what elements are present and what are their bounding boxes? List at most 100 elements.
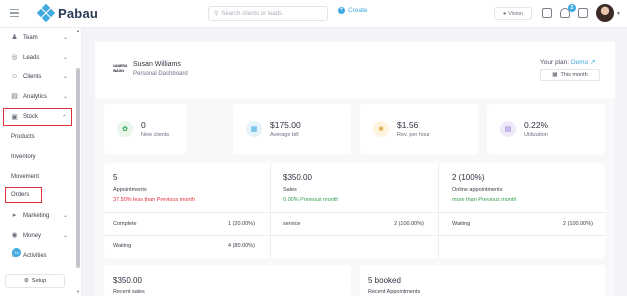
chevron-down-icon: ⌄ — [62, 35, 68, 41]
appointments-trend: 37.50% less than Previous month — [113, 197, 195, 203]
leads-icon: ◎ — [11, 54, 18, 61]
sidebar-item-analytics[interactable]: ▤ Analytics ⌄ — [4, 88, 72, 105]
clients-icon: ☺ — [11, 73, 19, 80]
recent-sales-value: $350.00 — [113, 276, 142, 285]
sidebar-item-label: Analytics — [23, 93, 48, 100]
appointments-value: 5 — [113, 173, 118, 182]
kpi-value: $1.56 — [397, 120, 419, 130]
recent-appointments-value: 5 booked — [368, 276, 401, 285]
plus-icon: + — [338, 7, 345, 14]
sidebar-item-label: Team — [23, 34, 38, 41]
scroll-down-arrow-icon[interactable]: ▼ — [76, 289, 80, 294]
sales-row-value: 2 (100.00%) — [394, 221, 424, 227]
sales-trend: 0.00% Previous month — [283, 197, 339, 203]
kpi-value: 0 — [141, 120, 146, 130]
divider — [438, 163, 439, 258]
sales-label: Sales — [283, 187, 297, 193]
revenue-icon: ❀ — [373, 121, 389, 137]
appointments-row-name: Waiting — [113, 243, 132, 249]
online-appointments-trend: more than Previous month — [452, 197, 517, 203]
appointments-label: Appointments — [113, 187, 147, 193]
stats-card — [104, 163, 605, 258]
recent-sales-label: Recent sales — [113, 289, 145, 295]
divider — [104, 235, 605, 236]
sidebar-scrollbar[interactable] — [76, 68, 80, 268]
company-logo: #ANERA WAGN — [113, 64, 128, 73]
setup-button[interactable]: ⚙ Setup — [5, 274, 65, 288]
search-icon: ⚲ — [214, 11, 219, 17]
sidebar-item-label: Clients — [23, 73, 42, 80]
sidebar-item-leads[interactable]: ◎ Leads ⌄ — [4, 49, 72, 66]
kpi-label: New clients — [141, 132, 170, 138]
divider — [270, 163, 271, 258]
avatar[interactable] — [596, 4, 614, 22]
new-clients-icon: ✿ — [117, 121, 133, 137]
analytics-icon: ▤ — [11, 93, 18, 100]
chevron-down-icon: ⌄ — [62, 233, 68, 239]
sidebar-item-money[interactable]: ◉ Money ⌄ — [4, 227, 72, 244]
kpi-label: Utilization — [524, 132, 548, 138]
sidebar-subitem-products[interactable]: Products — [4, 128, 72, 145]
calendar-icon[interactable] — [542, 8, 552, 18]
team-icon: ♟ — [11, 34, 18, 41]
online-row-value: 2 (100.00%) — [563, 221, 593, 227]
sidebar-item-marketing[interactable]: ▸ Marketing ⌄ — [4, 207, 72, 224]
user-name: Susan Williams — [133, 61, 181, 68]
gear-icon: ⚙ — [23, 278, 29, 284]
period-select[interactable]: ▩ This month — [540, 69, 600, 81]
plan-info: Your plan: Demo ↗ — [540, 58, 595, 66]
sales-row-name: service — [283, 221, 301, 227]
create-button[interactable]: + Create — [338, 7, 368, 14]
notification-badge: 2 — [568, 4, 576, 12]
divider — [104, 212, 605, 213]
dashboard-header — [95, 42, 615, 98]
sidebar-item-clients[interactable]: ☺ Clients ⌄ — [4, 68, 72, 85]
online-row-name: Waiting — [452, 221, 471, 227]
online-appointments-label: Online appointments — [452, 187, 503, 193]
kpi-card-new-clients: ✿ 0 New clients — [104, 104, 187, 154]
sidebar-item-label: Money — [23, 232, 42, 239]
chevron-up-icon: ⌃ — [61, 114, 67, 121]
chevron-down-icon: ⌄ — [62, 94, 68, 100]
kpi-label: Average bill — [270, 132, 299, 138]
external-link-icon[interactable]: ↗ — [590, 59, 595, 66]
sidebar-item-label: Leads — [23, 54, 40, 61]
scroll-up-arrow-icon[interactable]: ▲ — [76, 28, 80, 33]
app-logo[interactable]: Pabau — [36, 3, 99, 23]
sidebar-item-team[interactable]: ♟ Team ⌄ — [4, 29, 72, 46]
recent-appointments-label: Recent Appointments — [368, 289, 421, 295]
sidebar-subitem-inventory[interactable]: Inventory — [4, 148, 72, 165]
chevron-down-icon: ⌄ — [62, 213, 68, 219]
pabau-logo-icon — [36, 3, 56, 23]
vision-icon: ● — [502, 10, 507, 17]
online-appointments-value: 2 (100%) — [452, 173, 485, 182]
marketing-icon: ▸ — [12, 212, 17, 219]
top-bar: Pabau ⚲ Search clients or leads + Create… — [0, 0, 627, 28]
setup-label: Setup — [31, 278, 47, 284]
sidebar-item-label: Stock — [23, 114, 39, 120]
kpi-value: 0.22% — [524, 120, 549, 130]
sidebar-subitem-movement[interactable]: Movement — [4, 168, 72, 185]
bill-icon: ▦ — [246, 121, 262, 137]
kpi-value: $175.00 — [270, 120, 301, 130]
vision-button[interactable]: ● Vision — [494, 7, 532, 20]
app-name: Pabau — [58, 5, 99, 21]
kpi-label: Rev. per hour — [397, 132, 430, 138]
period-label: This month — [560, 72, 588, 78]
chevron-down-icon: ⌄ — [62, 74, 68, 80]
activities-badge: 16 — [12, 248, 21, 257]
chevron-down-icon: ⌄ — [62, 55, 68, 61]
plan-label: Your plan: — [540, 59, 570, 66]
kpi-card-utilization: ▤ 0.22% Utilization — [487, 104, 605, 154]
sidebar-subitem-orders[interactable]: Orders — [5, 187, 42, 203]
inbox-icon[interactable] — [578, 8, 588, 18]
vision-label: Vision — [508, 10, 524, 17]
search-input[interactable]: ⚲ Search clients or leads — [208, 6, 328, 21]
hamburger-menu-icon[interactable] — [10, 9, 19, 17]
sidebar-item-stock[interactable]: ▣ Stock ⌃ — [3, 108, 72, 126]
search-placeholder: Search clients or leads — [221, 10, 283, 17]
stock-icon: ▣ — [11, 113, 18, 121]
plan-value[interactable]: Demo — [571, 59, 588, 66]
kpi-card-average-bill: ▦ $175.00 Average bill — [233, 104, 351, 154]
chevron-down-icon[interactable]: ▼ — [616, 11, 621, 17]
